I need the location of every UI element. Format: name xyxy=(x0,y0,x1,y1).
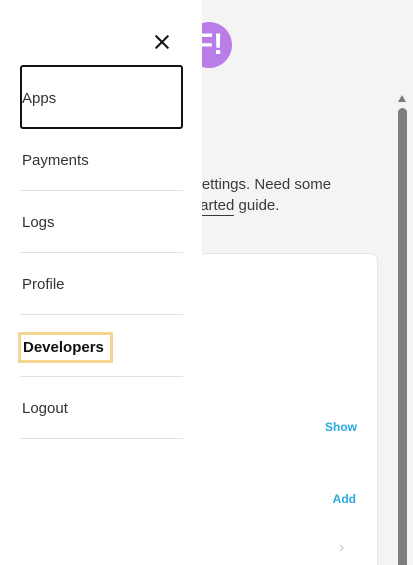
scroll-up-arrow[interactable] xyxy=(398,95,406,102)
nav-item-label: Apps xyxy=(22,90,57,107)
nav-item-payments[interactable]: Payments xyxy=(20,129,183,191)
nav-item-logout[interactable]: Logout xyxy=(20,377,183,439)
page: F! I settings. Need some Started guide. … xyxy=(0,0,413,565)
nav-item-label: Logout xyxy=(22,400,68,417)
intro-text-start: I settings. Need some xyxy=(186,176,332,193)
nav-item-label: Payments xyxy=(22,152,89,169)
close-icon[interactable] xyxy=(149,29,175,55)
chevron-right-icon[interactable]: › xyxy=(339,539,344,557)
nav-item-label: Profile xyxy=(22,276,65,293)
nav-item-apps[interactable]: Apps xyxy=(20,65,183,129)
nav-menu: Apps Payments Logs Profile Developers Lo… xyxy=(18,65,183,439)
show-button[interactable]: Show xyxy=(325,420,357,434)
nav-item-developers[interactable]: Developers xyxy=(18,315,183,377)
nav-item-profile[interactable]: Profile xyxy=(20,253,183,315)
nav-item-label: Developers xyxy=(18,332,113,363)
scrollbar-thumb[interactable] xyxy=(398,108,407,565)
add-button[interactable]: Add xyxy=(333,492,356,506)
nav-item-label: Logs xyxy=(22,214,55,231)
intro-text-end: guide. xyxy=(238,197,280,214)
nav-item-logs[interactable]: Logs xyxy=(20,191,183,253)
intro-text: I settings. Need some Started guide. xyxy=(186,174,376,216)
navigation-drawer: Apps Payments Logs Profile Developers Lo… xyxy=(0,0,202,565)
